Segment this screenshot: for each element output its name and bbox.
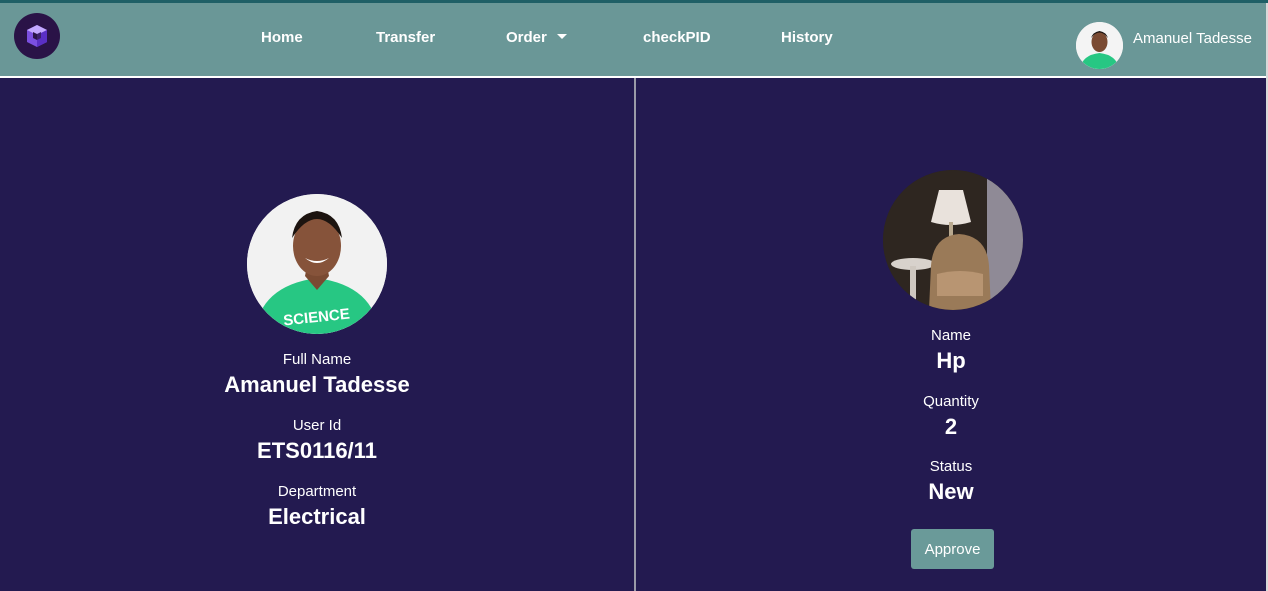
product-photo-image (883, 170, 1023, 310)
full-name-label: Full Name (282, 351, 352, 368)
cube-logo-icon (27, 25, 47, 47)
department-label: Department (277, 483, 357, 500)
nav-transfer[interactable]: Transfer (376, 29, 435, 46)
department-block: Department Electrical (0, 483, 634, 530)
full-name-block: Full Name Amanuel Tadesse (0, 351, 634, 398)
nav-checkpid[interactable]: checkPID (643, 29, 711, 46)
user-name: Amanuel Tadesse (1133, 30, 1252, 47)
avatar[interactable] (1076, 22, 1123, 69)
user-id-value: ETS0116/11 (257, 438, 377, 463)
profile-photo: SCIENCE (247, 194, 387, 334)
department-value: Electrical (268, 504, 366, 529)
full-name-value: Amanuel Tadesse (224, 372, 410, 397)
status-label: Status (929, 458, 973, 475)
order-name-block: Name Hp (636, 327, 1266, 374)
status-value: New (928, 479, 974, 504)
navbar: Home Transfer Order checkPID History Ama… (0, 3, 1266, 76)
user-id-label: User Id (292, 417, 342, 434)
nav-order-dropdown[interactable]: Order (506, 29, 567, 46)
quantity-label: Quantity (923, 393, 979, 410)
chevron-down-icon (556, 34, 567, 39)
brand-logo[interactable] (14, 13, 60, 59)
nav-home[interactable]: Home (261, 29, 303, 46)
approve-button[interactable]: Approve (911, 529, 994, 569)
nav-order-label: Order (506, 29, 547, 46)
nav-history[interactable]: History (781, 29, 833, 46)
profile-photo-image: SCIENCE (247, 194, 387, 334)
quantity-block: Quantity 2 (636, 393, 1266, 440)
order-name-label: Name (930, 327, 971, 344)
status-block: Status New (636, 458, 1266, 505)
product-photo (883, 170, 1023, 310)
user-id-block: User Id ETS0116/11 (0, 417, 634, 464)
quantity-value: 2 (944, 414, 958, 439)
order-name-value: Hp (936, 348, 966, 373)
user-avatar-image (1076, 22, 1123, 69)
